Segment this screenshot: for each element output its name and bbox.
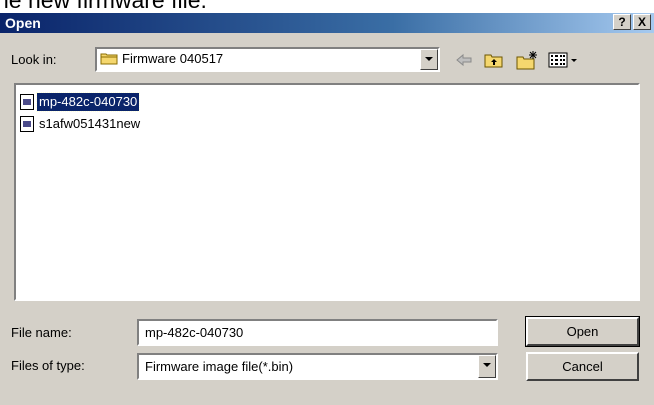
new-folder-icon[interactable] bbox=[515, 49, 539, 71]
files-of-type-dropdown-button[interactable] bbox=[478, 355, 496, 378]
dialog-title: Open bbox=[5, 15, 41, 31]
look-in-value: Firmware 040517 bbox=[122, 51, 224, 66]
files-of-type-label: Files of type: bbox=[11, 358, 85, 373]
file-list[interactable]: mp-482c-040730 s1afw051431new bbox=[14, 83, 640, 301]
up-folder-icon[interactable] bbox=[483, 49, 505, 71]
files-of-type-value: Firmware image file(*.bin) bbox=[145, 359, 294, 374]
back-arrow-icon[interactable] bbox=[453, 49, 475, 71]
view-menu-icon[interactable] bbox=[547, 49, 581, 71]
cancel-button[interactable]: Cancel bbox=[526, 352, 639, 381]
file-name-label: File name: bbox=[11, 325, 72, 340]
file-name: mp-482c-040730 bbox=[35, 92, 141, 112]
file-name: s1afw051431new bbox=[39, 116, 141, 131]
file-icon bbox=[20, 116, 34, 132]
open-button[interactable]: Open bbox=[525, 316, 640, 347]
background-document-text: ne new firmware file. bbox=[0, 0, 654, 12]
folder-icon bbox=[100, 53, 118, 65]
file-icon bbox=[20, 94, 34, 110]
open-file-dialog: Open ? X Look in: Firmware 040517 mp-482… bbox=[0, 13, 654, 405]
title-bar[interactable]: Open ? X bbox=[0, 13, 654, 33]
files-of-type-dropdown[interactable]: Firmware image file(*.bin) bbox=[137, 353, 498, 380]
help-button[interactable]: ? bbox=[613, 14, 631, 30]
file-name-input[interactable]: mp-482c-040730 bbox=[137, 319, 498, 346]
close-button[interactable]: X bbox=[633, 14, 651, 30]
look-in-dropdown[interactable]: Firmware 040517 bbox=[95, 47, 440, 72]
look-in-dropdown-button[interactable] bbox=[420, 49, 438, 70]
look-in-label: Look in: bbox=[11, 52, 57, 67]
